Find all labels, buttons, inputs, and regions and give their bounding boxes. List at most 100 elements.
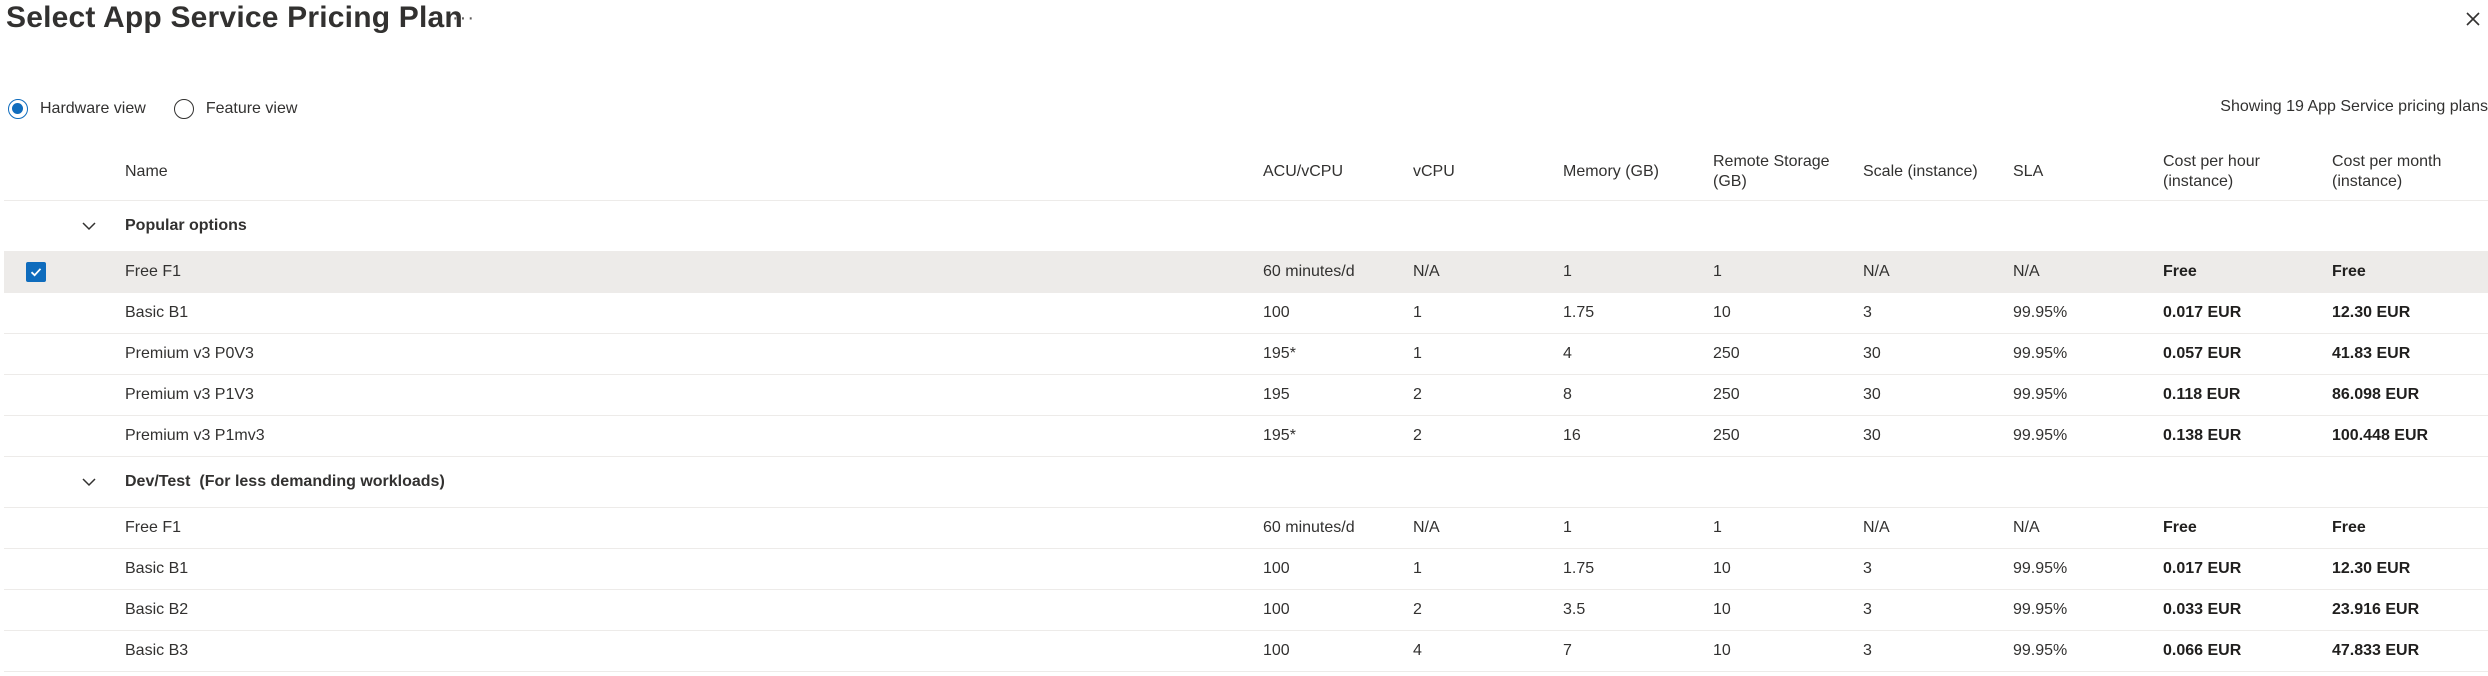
- column-header-cost-per-hour[interactable]: Cost per hour (instance): [2163, 144, 2313, 200]
- cell-sla: 99.95%: [2013, 601, 2068, 618]
- table-row[interactable]: Premium v3 P1V3 195 2 8 250 30 99.95% 0.…: [4, 375, 2488, 416]
- cell-name: Premium v3 P1V3: [125, 386, 254, 403]
- cell-cost-per-month: 100.448 EUR: [2332, 427, 2429, 444]
- cell-remote-storage: 250: [1713, 386, 1740, 403]
- feature-view-radio[interactable]: Feature view: [173, 99, 298, 119]
- cell-name: Basic B1: [125, 560, 189, 577]
- table-row[interactable]: Free F1 60 minutes/day compute N/A 1 1 N…: [4, 508, 2488, 549]
- hardware-view-radio-indicator[interactable]: [8, 99, 28, 119]
- cell-name: Basic B3: [125, 642, 189, 659]
- cell-acu: 60 minutes/day compute: [1263, 263, 1355, 280]
- column-header-scale[interactable]: Scale (instance): [1863, 144, 2003, 200]
- cell-name: Basic B2: [125, 601, 189, 618]
- cell-sla: N/A: [2013, 263, 2040, 280]
- table-row[interactable]: Basic B1 100 1 1.75 10 3 99.95% 0.017 EU…: [4, 293, 2488, 334]
- plan-count-text: Showing 19 App Service pricing plans: [2220, 98, 2488, 115]
- cell-vcpu: 4: [1413, 642, 1422, 659]
- cell-remote-storage: 1: [1713, 519, 1722, 536]
- chevron-down-icon[interactable]: [78, 471, 100, 493]
- cell-cost-per-month: Free: [2332, 263, 2366, 280]
- column-header-cost-per-hour-line2: (instance): [2163, 173, 2234, 190]
- pricing-table: Name ACU/vCPU vCPU Memory (GB) Remote St…: [4, 144, 2488, 672]
- cell-remote-storage: 1: [1713, 263, 1722, 280]
- cell-memory: 7: [1563, 642, 1572, 659]
- table-row[interactable]: Basic B3 100 4 7 10 3 99.95% 0.066 EUR 4…: [4, 631, 2488, 672]
- checkmark-icon: [30, 268, 42, 277]
- chevron-down-icon[interactable]: [78, 215, 100, 237]
- more-options-button[interactable]: ···: [452, 4, 475, 32]
- cell-cost-per-hour: Free: [2163, 519, 2197, 536]
- cell-memory: 1: [1563, 519, 1572, 536]
- table-row[interactable]: Free F1 60 minutes/day compute N/A 1 1 N…: [4, 252, 2488, 293]
- cell-acu: 100: [1263, 601, 1290, 618]
- cell-memory: 1.75: [1563, 304, 1595, 321]
- cell-sla: 99.95%: [2013, 560, 2068, 577]
- cell-scale: 30: [1863, 427, 1881, 444]
- cell-vcpu: 2: [1413, 386, 1422, 403]
- group-header-popular-options[interactable]: Popular options: [4, 201, 2488, 252]
- cell-name: Premium v3 P0V3: [125, 345, 254, 362]
- cell-scale: 30: [1863, 345, 1881, 362]
- cell-acu: 60 minutes/day compute: [1263, 519, 1355, 536]
- table-header: Name ACU/vCPU vCPU Memory (GB) Remote St…: [4, 144, 2488, 201]
- cell-cost-per-month: 86.098 EUR: [2332, 386, 2420, 403]
- column-header-cost-per-month-line1: Cost per month: [2332, 153, 2442, 170]
- column-header-remote-storage-line1: Remote Storage: [1713, 153, 1830, 170]
- table-row[interactable]: Basic B1 100 1 1.75 10 3 99.95% 0.017 EU…: [4, 549, 2488, 590]
- cell-name: Premium v3 P1mv3: [125, 427, 265, 444]
- cell-memory: 4: [1563, 345, 1572, 362]
- table-row[interactable]: Premium v3 P0V3 195* 1 4 250 30 99.95% 0…: [4, 334, 2488, 375]
- cell-scale: N/A: [1863, 519, 1890, 536]
- cell-cost-per-hour: 0.017 EUR: [2163, 560, 2242, 577]
- cell-cost-per-hour: 0.033 EUR: [2163, 601, 2242, 618]
- cell-vcpu: 2: [1413, 427, 1422, 444]
- cell-remote-storage: 10: [1713, 304, 1731, 321]
- cell-vcpu: 2: [1413, 601, 1422, 618]
- cell-scale: 3: [1863, 304, 1872, 321]
- cell-acu: 100: [1263, 304, 1290, 321]
- cell-scale: 3: [1863, 642, 1872, 659]
- feature-view-radio-indicator[interactable]: [173, 99, 194, 119]
- hardware-view-radio[interactable]: Hardware view: [8, 99, 146, 119]
- cell-cost-per-hour: 0.118 EUR: [2163, 386, 2241, 403]
- row-checkbox[interactable]: [26, 262, 46, 282]
- cell-vcpu: 1: [1413, 560, 1422, 577]
- cell-memory: 3.5: [1563, 601, 1586, 618]
- column-header-name[interactable]: Name: [125, 144, 1225, 200]
- cell-cost-per-month: 12.30 EUR: [2332, 560, 2411, 577]
- column-header-memory[interactable]: Memory (GB): [1563, 144, 1693, 200]
- cell-memory: 8: [1563, 386, 1572, 403]
- table-row[interactable]: Basic B2 100 2 3.5 10 3 99.95% 0.033 EUR…: [4, 590, 2488, 631]
- cell-cost-per-hour: 0.066 EUR: [2163, 642, 2242, 659]
- cell-scale: N/A: [1863, 263, 1890, 280]
- cell-acu: 100: [1263, 560, 1290, 577]
- close-button[interactable]: [2458, 2, 2488, 36]
- column-header-sla[interactable]: SLA: [2013, 144, 2133, 200]
- cell-vcpu: 1: [1413, 304, 1422, 321]
- feature-view-label: Feature view: [205, 100, 298, 117]
- cell-name: Free F1: [125, 263, 182, 280]
- hardware-view-label: Hardware view: [40, 100, 146, 117]
- close-icon: [2466, 12, 2480, 26]
- cell-scale: 3: [1863, 560, 1872, 577]
- cell-sla: 99.95%: [2013, 386, 2068, 403]
- cell-sla: 99.95%: [2013, 427, 2068, 444]
- table-row[interactable]: Premium v3 P1mv3 195* 2 16 250 30 99.95%…: [4, 416, 2488, 457]
- cell-cost-per-month: Free: [2332, 519, 2366, 536]
- cell-memory: 16: [1563, 427, 1581, 444]
- page-title: Select App Service Pricing Plan: [6, 1, 463, 34]
- column-header-acu[interactable]: ACU/vCPU: [1263, 144, 1355, 200]
- group-label: Dev/Test (For less demanding workloads): [125, 473, 445, 490]
- cell-acu: 100: [1263, 642, 1290, 659]
- column-header-cost-per-month[interactable]: Cost per month (instance): [2332, 144, 2488, 200]
- group-header-dev-test[interactable]: Dev/Test (For less demanding workloads): [4, 457, 2488, 508]
- column-header-vcpu[interactable]: vCPU: [1413, 144, 1543, 200]
- group-label: Popular options: [125, 217, 247, 234]
- cell-name: Free F1: [125, 519, 182, 536]
- cell-remote-storage: 10: [1713, 642, 1731, 659]
- view-toggle: Hardware view Feature view: [8, 94, 325, 124]
- cell-remote-storage: 250: [1713, 427, 1740, 444]
- cell-sla: N/A: [2013, 519, 2040, 536]
- cell-sla: 99.95%: [2013, 345, 2068, 362]
- column-header-remote-storage[interactable]: Remote Storage (GB): [1713, 144, 1853, 200]
